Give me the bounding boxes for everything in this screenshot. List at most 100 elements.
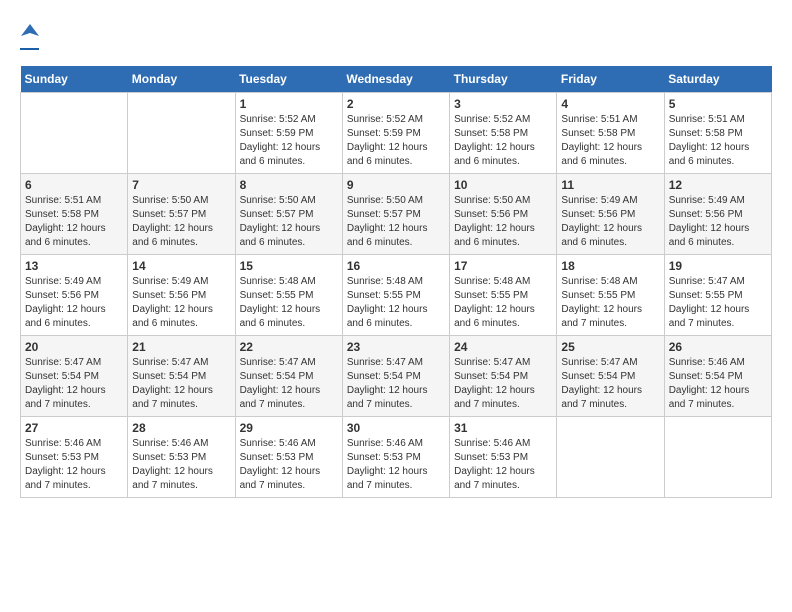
calendar-table: SundayMondayTuesdayWednesdayThursdayFrid… — [20, 66, 772, 498]
calendar-cell: 16Sunrise: 5:48 AM Sunset: 5:55 PM Dayli… — [342, 255, 449, 336]
weekday-header: Sunday — [21, 66, 128, 93]
calendar-cell: 4 Sunrise: 5:51 AM Sunset: 5:58 PM Daylig… — [557, 93, 664, 174]
calendar-cell: 6 Sunrise: 5:51 AM Sunset: 5:58 PM Daylig… — [21, 174, 128, 255]
calendar-week-row: 20 Sunrise: 5:47 AM Sunset: 5:54 PM Dayli… — [21, 336, 772, 417]
day-info: Sunrise: 5:52 AM Sunset: 5:58 PM Dayligh… — [454, 113, 552, 169]
day-info: Sunrise: 5:50 AM Sunset: 5:57 PM Dayligh… — [347, 194, 445, 250]
day-info: Sunrise: 5:49 AM Sunset: 5:56 PM Dayligh… — [25, 275, 123, 331]
day-info: Sunrise: 5:51 AM Sunset: 5:58 PM Dayligh… — [669, 113, 767, 169]
calendar-cell: 30 Sunrise: 5:46 AM Sunset: 5:53 PM Dayli… — [342, 417, 449, 498]
day-number: 30 — [347, 421, 445, 435]
calendar-cell: 3 Sunrise: 5:52 AM Sunset: 5:58 PM Daylig… — [450, 93, 557, 174]
day-number: 4 — [561, 97, 659, 111]
calendar-cell: 28 Sunrise: 5:46 AM Sunset: 5:53 PM Dayli… — [128, 417, 235, 498]
calendar-cell: 27 Sunrise: 5:46 AM Sunset: 5:53 PM Dayli… — [21, 417, 128, 498]
calendar-cell — [664, 417, 771, 498]
calendar-cell: 24 Sunrise: 5:47 AM Sunset: 5:54 PM Dayli… — [450, 336, 557, 417]
calendar-cell: 12 Sunrise: 5:49 AM Sunset: 5:56 PM Dayli… — [664, 174, 771, 255]
day-info: Sunrise: 5:46 AM Sunset: 5:53 PM Dayligh… — [454, 437, 552, 493]
day-number: 31 — [454, 421, 552, 435]
day-info: Sunrise: 5:51 AM Sunset: 5:58 PM Dayligh… — [25, 194, 123, 250]
logo-bird-icon — [21, 22, 39, 40]
calendar-cell: 17 Sunrise: 5:48 AM Sunset: 5:55 PM Dayli… — [450, 255, 557, 336]
day-info: Sunrise: 5:50 AM Sunset: 5:57 PM Dayligh… — [240, 194, 338, 250]
calendar-cell: 25 Sunrise: 5:47 AM Sunset: 5:54 PM Dayli… — [557, 336, 664, 417]
calendar-cell: 10 Sunrise: 5:50 AM Sunset: 5:56 PM Dayli… — [450, 174, 557, 255]
weekday-header: Tuesday — [235, 66, 342, 93]
day-info: Sunrise: 5:47 AM Sunset: 5:55 PM Dayligh… — [669, 275, 767, 331]
day-number: 25 — [561, 340, 659, 354]
day-number: 18 — [561, 259, 659, 273]
day-number: 24 — [454, 340, 552, 354]
day-number: 10 — [454, 178, 552, 192]
day-info: Sunrise: 5:47 AM Sunset: 5:54 PM Dayligh… — [25, 356, 123, 412]
day-info: Sunrise: 5:47 AM Sunset: 5:54 PM Dayligh… — [132, 356, 230, 412]
calendar-cell: 7 Sunrise: 5:50 AM Sunset: 5:57 PM Daylig… — [128, 174, 235, 255]
day-info: Sunrise: 5:52 AM Sunset: 5:59 PM Dayligh… — [347, 113, 445, 169]
day-number: 6 — [25, 178, 123, 192]
calendar-week-row: 13 Sunrise: 5:49 AM Sunset: 5:56 PM Dayli… — [21, 255, 772, 336]
calendar-cell: 23Sunrise: 5:47 AM Sunset: 5:54 PM Dayli… — [342, 336, 449, 417]
calendar-cell: 5Sunrise: 5:51 AM Sunset: 5:58 PM Daylig… — [664, 93, 771, 174]
day-number: 23 — [347, 340, 445, 354]
calendar-cell: 11Sunrise: 5:49 AM Sunset: 5:56 PM Dayli… — [557, 174, 664, 255]
weekday-header: Wednesday — [342, 66, 449, 93]
day-info: Sunrise: 5:48 AM Sunset: 5:55 PM Dayligh… — [561, 275, 659, 331]
day-info: Sunrise: 5:50 AM Sunset: 5:56 PM Dayligh… — [454, 194, 552, 250]
day-info: Sunrise: 5:46 AM Sunset: 5:54 PM Dayligh… — [669, 356, 767, 412]
calendar-cell: 2 Sunrise: 5:52 AM Sunset: 5:59 PM Daylig… — [342, 93, 449, 174]
logo — [20, 20, 39, 50]
weekday-header: Monday — [128, 66, 235, 93]
calendar-cell: 31 Sunrise: 5:46 AM Sunset: 5:53 PM Dayli… — [450, 417, 557, 498]
day-info: Sunrise: 5:46 AM Sunset: 5:53 PM Dayligh… — [25, 437, 123, 493]
day-number: 3 — [454, 97, 552, 111]
logo-underline — [20, 48, 39, 50]
calendar-cell — [128, 93, 235, 174]
calendar-cell: 20 Sunrise: 5:47 AM Sunset: 5:54 PM Dayli… — [21, 336, 128, 417]
day-info: Sunrise: 5:46 AM Sunset: 5:53 PM Dayligh… — [240, 437, 338, 493]
day-number: 16 — [347, 259, 445, 273]
day-info: Sunrise: 5:46 AM Sunset: 5:53 PM Dayligh… — [347, 437, 445, 493]
page-header — [20, 20, 772, 50]
day-info: Sunrise: 5:47 AM Sunset: 5:54 PM Dayligh… — [454, 356, 552, 412]
day-info: Sunrise: 5:46 AM Sunset: 5:53 PM Dayligh… — [132, 437, 230, 493]
day-number: 8 — [240, 178, 338, 192]
day-number: 1 — [240, 97, 338, 111]
day-info: Sunrise: 5:47 AM Sunset: 5:54 PM Dayligh… — [561, 356, 659, 412]
day-number: 27 — [25, 421, 123, 435]
day-number: 17 — [454, 259, 552, 273]
day-info: Sunrise: 5:52 AM Sunset: 5:59 PM Dayligh… — [240, 113, 338, 169]
calendar-cell: 21 Sunrise: 5:47 AM Sunset: 5:54 PM Dayli… — [128, 336, 235, 417]
day-number: 11 — [561, 178, 659, 192]
day-number: 12 — [669, 178, 767, 192]
day-info: Sunrise: 5:51 AM Sunset: 5:58 PM Dayligh… — [561, 113, 659, 169]
day-number: 20 — [25, 340, 123, 354]
calendar-cell: 29 Sunrise: 5:46 AM Sunset: 5:53 PM Dayli… — [235, 417, 342, 498]
weekday-header: Saturday — [664, 66, 771, 93]
calendar-cell: 13 Sunrise: 5:49 AM Sunset: 5:56 PM Dayli… — [21, 255, 128, 336]
calendar-cell: 19 Sunrise: 5:47 AM Sunset: 5:55 PM Dayli… — [664, 255, 771, 336]
day-info: Sunrise: 5:48 AM Sunset: 5:55 PM Dayligh… — [454, 275, 552, 331]
day-info: Sunrise: 5:50 AM Sunset: 5:57 PM Dayligh… — [132, 194, 230, 250]
day-number: 29 — [240, 421, 338, 435]
day-number: 19 — [669, 259, 767, 273]
calendar-cell: 9Sunrise: 5:50 AM Sunset: 5:57 PM Daylig… — [342, 174, 449, 255]
day-number: 2 — [347, 97, 445, 111]
calendar-week-row: 27 Sunrise: 5:46 AM Sunset: 5:53 PM Dayli… — [21, 417, 772, 498]
calendar-cell: 22Sunrise: 5:47 AM Sunset: 5:54 PM Dayli… — [235, 336, 342, 417]
day-number: 14 — [132, 259, 230, 273]
day-info: Sunrise: 5:49 AM Sunset: 5:56 PM Dayligh… — [132, 275, 230, 331]
calendar-week-row: 6 Sunrise: 5:51 AM Sunset: 5:58 PM Daylig… — [21, 174, 772, 255]
calendar-header-row: SundayMondayTuesdayWednesdayThursdayFrid… — [21, 66, 772, 93]
day-number: 13 — [25, 259, 123, 273]
calendar-cell: 15 Sunrise: 5:48 AM Sunset: 5:55 PM Dayli… — [235, 255, 342, 336]
calendar-week-row: 1 Sunrise: 5:52 AM Sunset: 5:59 PM Daylig… — [21, 93, 772, 174]
calendar-cell — [21, 93, 128, 174]
day-number: 7 — [132, 178, 230, 192]
calendar-cell: 18 Sunrise: 5:48 AM Sunset: 5:55 PM Dayli… — [557, 255, 664, 336]
day-info: Sunrise: 5:48 AM Sunset: 5:55 PM Dayligh… — [240, 275, 338, 331]
day-info: Sunrise: 5:49 AM Sunset: 5:56 PM Dayligh… — [669, 194, 767, 250]
day-number: 21 — [132, 340, 230, 354]
day-number: 28 — [132, 421, 230, 435]
day-number: 15 — [240, 259, 338, 273]
